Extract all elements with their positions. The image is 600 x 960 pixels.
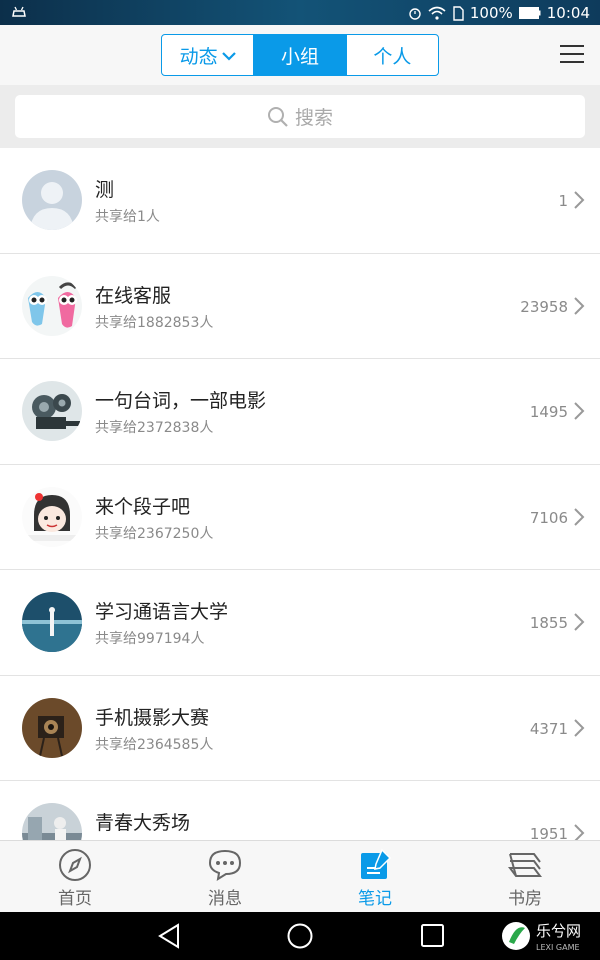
list-item[interactable]: 学习通语言大学 共享给997194人 1855 bbox=[0, 570, 600, 676]
search-input[interactable]: 搜索 bbox=[15, 95, 585, 138]
tab-label: 首页 bbox=[58, 889, 92, 909]
tab-label: 消息 bbox=[208, 889, 242, 909]
group-post-count: 1495 bbox=[529, 403, 568, 421]
group-post-count: 1855 bbox=[529, 614, 568, 632]
chevron-right-icon bbox=[574, 718, 585, 737]
avatar bbox=[22, 486, 82, 547]
tab-notes[interactable]: 笔记 bbox=[300, 841, 450, 912]
home-icon[interactable] bbox=[287, 923, 313, 949]
group-list: 测 共享给1人 1 在线客服 共享给1882853人 23958 一句台词，一部… bbox=[0, 148, 600, 840]
tab-label: 笔记 bbox=[358, 889, 392, 909]
segmented-control: 动态 小组 个人 bbox=[161, 34, 439, 76]
chat-bubble-icon bbox=[208, 849, 242, 882]
group-share-count: 共享给1882853人 bbox=[95, 314, 214, 331]
compass-icon bbox=[59, 849, 91, 881]
status-bar: 100% 10:04 bbox=[0, 0, 600, 25]
tab-personal[interactable]: 个人 bbox=[347, 35, 438, 75]
group-share-count: 共享给2367250人 bbox=[95, 525, 214, 542]
group-share-count: 共享给2364585人 bbox=[95, 736, 214, 753]
list-item[interactable]: 手机摄影大赛 共享给2364585人 4371 bbox=[0, 676, 600, 781]
group-share-count: 共享给997194人 bbox=[95, 631, 205, 647]
chevron-right-icon bbox=[574, 296, 585, 315]
group-post-count: 1951 bbox=[529, 825, 568, 840]
alarm-icon bbox=[409, 8, 421, 20]
watermark-text: 乐兮网 bbox=[536, 922, 581, 940]
list-item[interactable]: 一句台词，一部电影 共享给2372838人 1495 bbox=[0, 359, 600, 465]
tab-groups[interactable]: 小组 bbox=[254, 35, 347, 75]
list-item[interactable]: 来个段子吧 共享给2367250人 7106 bbox=[0, 465, 600, 570]
chevron-right-icon bbox=[574, 191, 585, 209]
chevron-right-icon bbox=[574, 507, 585, 526]
group-share-count: 共享给2372838人 bbox=[95, 420, 214, 436]
avatar bbox=[22, 381, 82, 441]
tab-label: 书房 bbox=[508, 889, 542, 909]
tab-messages[interactable]: 消息 bbox=[150, 841, 300, 912]
system-nav-bar: 乐兮网 LEXI GAME bbox=[0, 912, 600, 960]
search-placeholder: 搜索 bbox=[294, 107, 333, 129]
list-item[interactable]: 测 共享给1人 1 bbox=[0, 148, 600, 254]
back-icon[interactable] bbox=[156, 923, 182, 949]
status-time: 10:04 bbox=[546, 4, 590, 22]
list-item[interactable]: 青春大秀场 1951 bbox=[0, 781, 600, 840]
books-icon bbox=[508, 853, 542, 877]
top-header: 动态 小组 个人 bbox=[0, 25, 600, 85]
sim-icon bbox=[453, 5, 464, 21]
group-name: 测 bbox=[95, 179, 115, 201]
tab-library[interactable]: 书房 bbox=[450, 841, 600, 912]
avatar bbox=[22, 170, 82, 230]
group-post-count: 7106 bbox=[529, 508, 568, 527]
android-debug-icon bbox=[10, 4, 28, 23]
avatar bbox=[22, 592, 82, 652]
group-post-count: 23958 bbox=[520, 297, 568, 316]
avatar bbox=[22, 275, 82, 336]
watermark-sub: LEXI GAME bbox=[536, 943, 580, 952]
note-edit-icon bbox=[361, 848, 392, 879]
group-name: 在线客服 bbox=[95, 284, 172, 307]
chevron-down-icon bbox=[221, 44, 236, 66]
hamburger-icon[interactable] bbox=[560, 45, 584, 65]
wifi-icon bbox=[428, 6, 446, 20]
group-name: 青春大秀场 bbox=[95, 812, 191, 834]
group-share-count: 共享给1人 bbox=[95, 209, 160, 225]
battery-percent: 100% bbox=[469, 4, 513, 22]
search-area: 搜索 bbox=[0, 85, 600, 148]
chevron-right-icon bbox=[574, 402, 585, 420]
tab-home[interactable]: 首页 bbox=[0, 841, 150, 912]
tab-dynamic[interactable]: 动态 bbox=[162, 35, 255, 75]
group-post-count: 1 bbox=[558, 192, 568, 210]
watermark-logo: 乐兮网 LEXI GAME bbox=[500, 916, 590, 956]
avatar bbox=[22, 803, 82, 840]
group-name: 学习通语言大学 bbox=[95, 601, 229, 623]
group-name: 手机摄影大赛 bbox=[95, 706, 210, 729]
chevron-right-icon bbox=[574, 613, 585, 631]
recents-icon[interactable] bbox=[420, 923, 446, 949]
group-name: 一句台词，一部电影 bbox=[95, 390, 267, 412]
group-name: 来个段子吧 bbox=[95, 495, 191, 518]
search-icon bbox=[267, 106, 288, 127]
avatar bbox=[22, 697, 82, 758]
bottom-tab-bar: 首页 消息 笔记 书房 bbox=[0, 840, 600, 912]
group-post-count: 4371 bbox=[529, 719, 568, 738]
list-item[interactable]: 在线客服 共享给1882853人 23958 bbox=[0, 254, 600, 359]
chevron-right-icon bbox=[574, 824, 585, 840]
battery-icon bbox=[518, 7, 541, 19]
